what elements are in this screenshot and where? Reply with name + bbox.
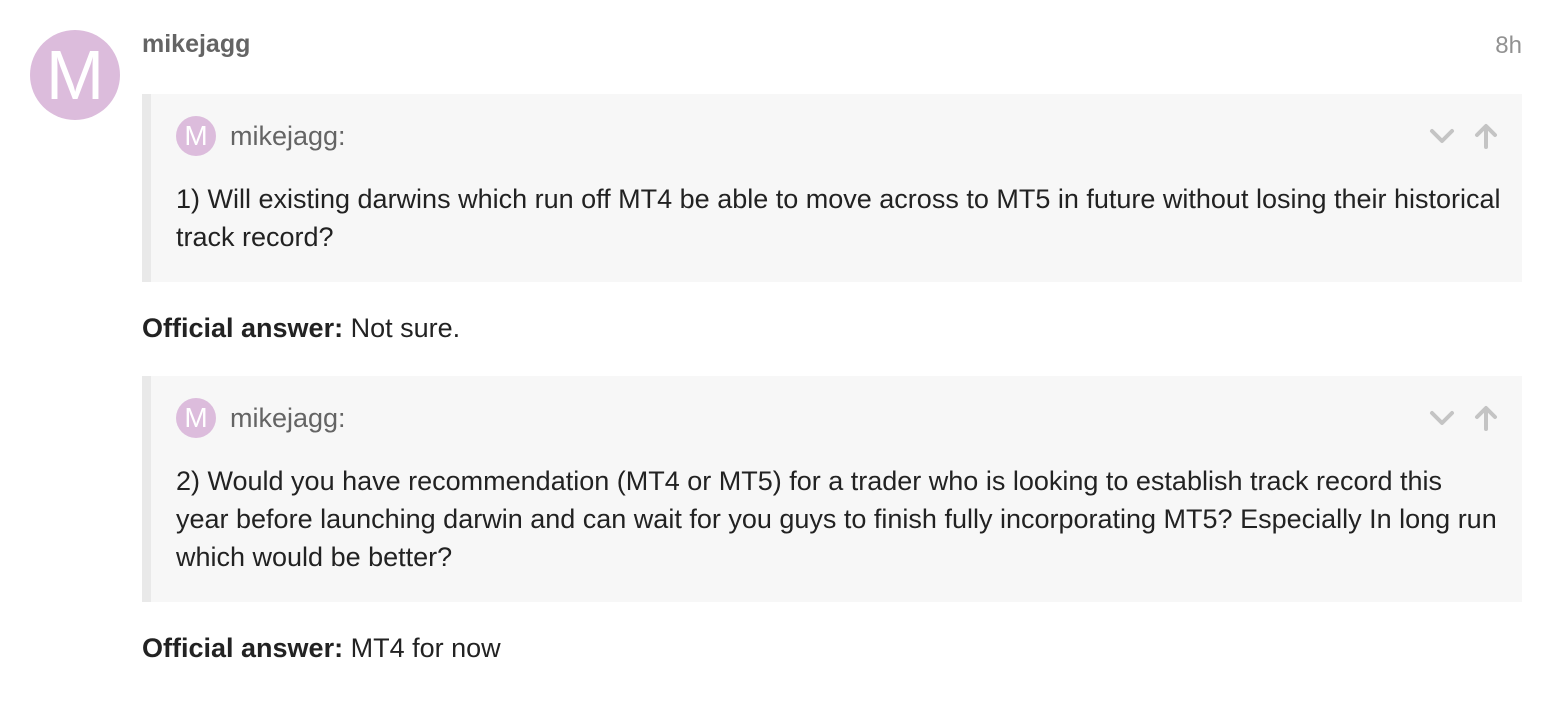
official-answer-text: MT4 for now [343, 633, 501, 663]
quote-text: 2) Would you have recommendation (MT4 or… [176, 466, 1497, 572]
official-answer-label: Official answer: [142, 313, 344, 343]
quote-author: mikejagg: [230, 403, 346, 433]
official-answer-label: Official answer: [142, 633, 344, 663]
chevron-down-icon[interactable] [1428, 404, 1456, 432]
arrow-up-icon[interactable] [1472, 122, 1500, 150]
post-username[interactable]: mikejagg [142, 30, 250, 58]
post-timestamp[interactable]: 8h [1495, 32, 1522, 60]
quote-author: mikejagg: [230, 121, 346, 151]
quote-avatar[interactable]: M [176, 398, 216, 438]
official-answer: Official answer: MT4 for now [142, 632, 501, 664]
avatar[interactable]: M [30, 30, 120, 120]
official-answer-text: Not sure. [343, 313, 461, 343]
arrow-up-icon[interactable] [1472, 404, 1500, 432]
quote-block: M mikejagg: 2) Would you have recommenda… [142, 376, 1522, 602]
quote-avatar[interactable]: M [176, 116, 216, 156]
official-answer: Official answer: Not sure. [142, 312, 460, 344]
quote-block: M mikejagg: 1) Will existing darwins whi… [142, 94, 1522, 282]
quote-controls [1428, 122, 1500, 150]
chevron-down-icon[interactable] [1428, 122, 1456, 150]
quote-text: 1) Will existing darwins which run off M… [176, 184, 1501, 252]
quote-controls [1428, 404, 1500, 432]
